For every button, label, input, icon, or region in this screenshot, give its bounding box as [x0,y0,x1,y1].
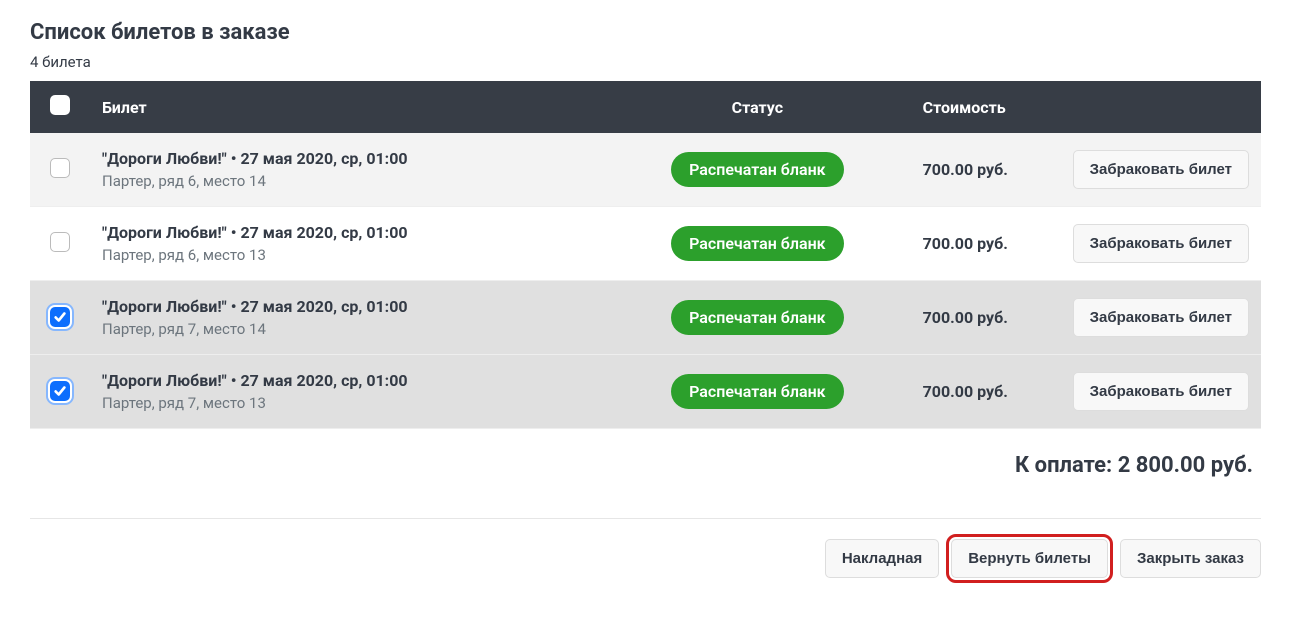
reject-ticket-button[interactable]: Забраковать билет [1073,224,1249,263]
ticket-title: "Дороги Любви!" • 27 мая 2020, ср, 01:00 [102,223,592,242]
reject-ticket-button[interactable]: Забраковать билет [1073,298,1249,337]
total-value: 2 800.00 руб. [1118,453,1253,478]
select-all-checkbox[interactable] [50,95,70,115]
table-row: "Дороги Любви!" • 27 мая 2020, ср, 01:00… [30,207,1261,281]
total-row: К оплате: 2 800.00 руб. [30,429,1261,508]
table-row: "Дороги Любви!" • 27 мая 2020, ср, 01:00… [30,355,1261,429]
row-checkbox[interactable] [50,232,70,252]
status-badge: Распечатан бланк [671,300,844,335]
col-header-action [1061,81,1261,133]
status-badge: Распечатан бланк [671,226,844,261]
ticket-title: "Дороги Любви!" • 27 мая 2020, ср, 01:00 [102,371,592,390]
ticket-price: 700.00 руб. [911,355,1061,429]
footer-actions: Накладная Вернуть билеты Закрыть заказ [30,539,1261,578]
ticket-seat: Партер, ряд 7, место 13 [102,394,592,412]
ticket-price: 700.00 руб. [911,281,1061,355]
row-checkbox[interactable] [50,381,70,401]
footer-separator [30,518,1261,519]
ticket-price: 700.00 руб. [911,207,1061,281]
status-badge: Распечатан бланк [671,374,844,409]
ticket-price: 700.00 руб. [911,133,1061,207]
page-title: Список билетов в заказе [30,20,1261,45]
status-badge: Распечатан бланк [671,152,844,187]
invoice-button[interactable]: Накладная [825,539,939,578]
tickets-table: Билет Статус Стоимость "Дороги Любви!" •… [30,81,1261,429]
return-tickets-button[interactable]: Вернуть билеты [951,539,1108,578]
reject-ticket-button[interactable]: Забраковать билет [1073,150,1249,189]
ticket-seat: Партер, ряд 6, место 13 [102,246,592,264]
col-header-status: Статус [604,81,911,133]
ticket-title: "Дороги Любви!" • 27 мая 2020, ср, 01:00 [102,149,592,168]
ticket-count: 4 билета [30,53,1261,71]
ticket-title: "Дороги Любви!" • 27 мая 2020, ср, 01:00 [102,297,592,316]
table-row: "Дороги Любви!" • 27 мая 2020, ср, 01:00… [30,133,1261,207]
total-label: К оплате: [1015,453,1112,478]
table-row: "Дороги Любви!" • 27 мая 2020, ср, 01:00… [30,281,1261,355]
row-checkbox[interactable] [50,158,70,178]
reject-ticket-button[interactable]: Забраковать билет [1073,372,1249,411]
ticket-seat: Партер, ряд 7, место 14 [102,320,592,338]
col-header-price: Стоимость [911,81,1061,133]
row-checkbox[interactable] [50,307,70,327]
ticket-seat: Партер, ряд 6, место 14 [102,172,592,190]
close-order-button[interactable]: Закрыть заказ [1120,539,1261,578]
col-header-ticket: Билет [90,81,604,133]
